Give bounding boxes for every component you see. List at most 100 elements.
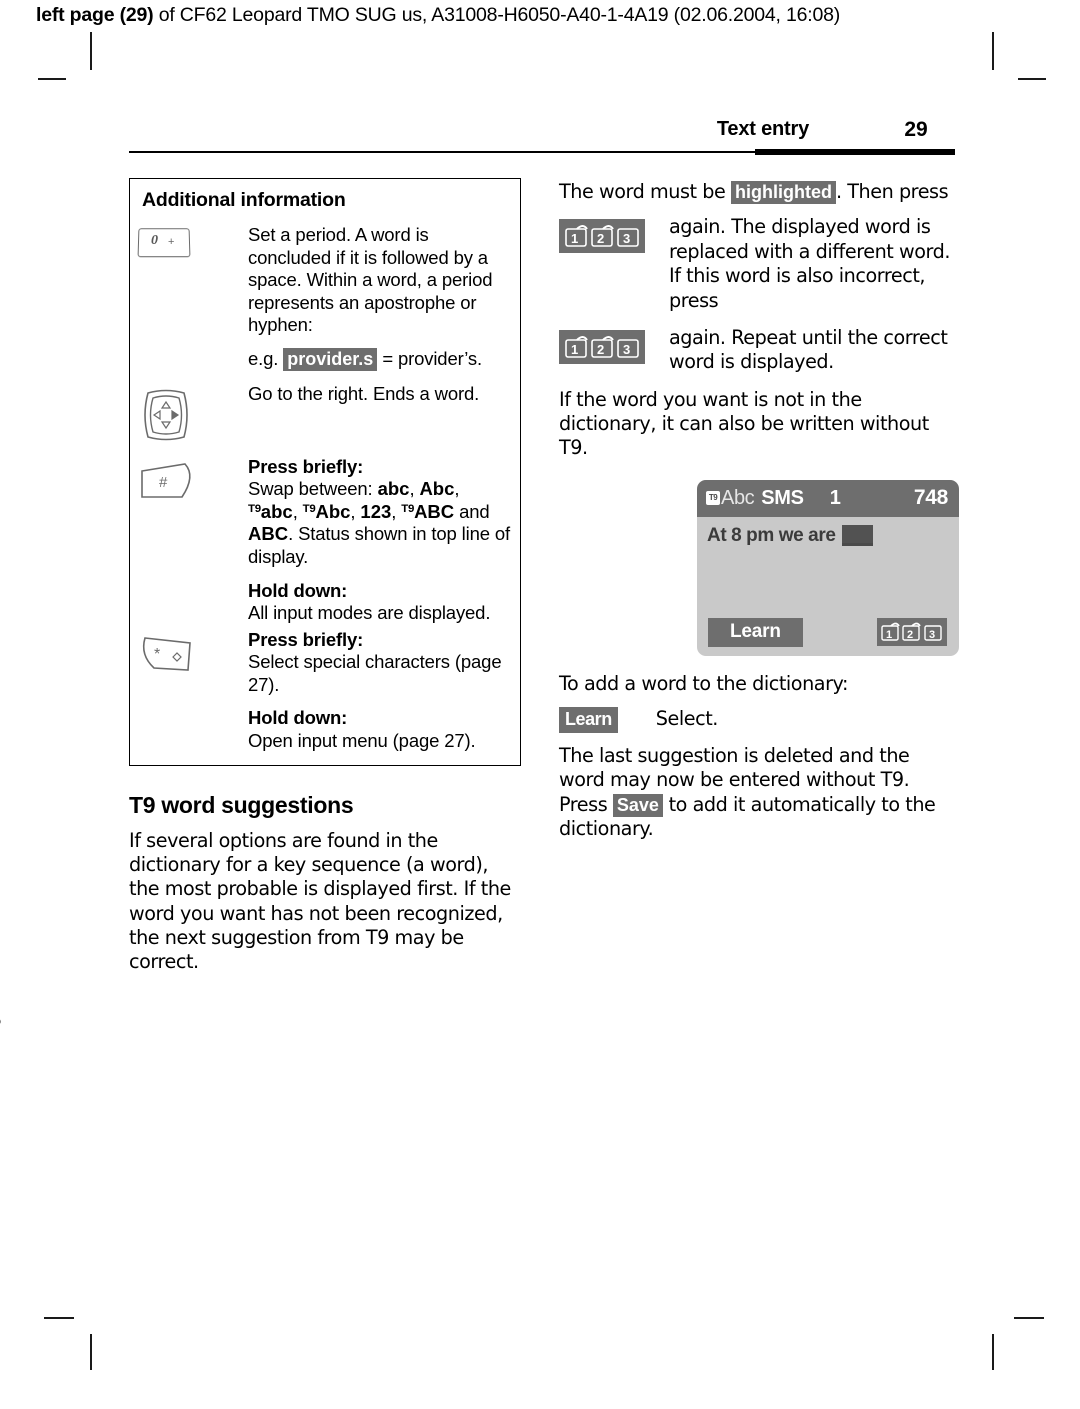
info-example: e.g. provider.s = provider’s. — [248, 347, 510, 371]
phone-entered-text: At 8 pm we are — [707, 524, 836, 546]
info-row: 0 + Set a period. A word is concluded if… — [137, 224, 510, 371]
paragraph: To add a word to the dictionary: — [559, 671, 849, 695]
paragraph: The word must be highlighted. Then press — [559, 180, 959, 204]
info-paragraph: Press briefly: — [248, 456, 510, 479]
crop-mark-bottom-right-horizontal — [1014, 1317, 1044, 1319]
save-command-badge: Save — [612, 793, 663, 817]
intro-text-1: The word must be — [559, 180, 726, 203]
intro-text-2: . Then press — [835, 180, 949, 203]
softkey-123-glyph: 1 2 3 — [881, 622, 942, 641]
mode-T9Abc: T9Abc — [302, 500, 351, 522]
running-head: left page (29) of CF62 Leopard TMO SUG u… — [36, 4, 840, 27]
page-header: Text entry 29 — [129, 118, 955, 158]
status-chars-remaining: 748 — [913, 486, 948, 510]
info-paragraph: Swap between: abc, Abc, T9abc, T9Abc, 12… — [248, 478, 510, 568]
paragraph: again. Repeat until the correct word is … — [669, 325, 948, 374]
press-briefly-label: Press briefly: — [248, 455, 364, 477]
svg-text:3: 3 — [623, 231, 630, 246]
hold-down-label: Hold down: — [248, 707, 348, 729]
example-suffix: = provider’s. — [382, 347, 482, 369]
status-message-count: 1 — [829, 486, 841, 509]
learn-command-description: Select. — [655, 707, 719, 731]
swap-tail-2: . Status shown in top line of display. — [248, 523, 510, 568]
key-cell: 0 + — [137, 224, 248, 258]
example-prefix: e.g. — [248, 347, 279, 369]
text-cursor-block — [841, 525, 873, 547]
margin-note-left: © Siemens AG 2003, M:\Mobil\R65\CF62_TMO… — [0, 924, 2, 1403]
softkey-123-glyph: 1 2 3 — [565, 225, 639, 248]
svg-text:1: 1 — [886, 629, 892, 641]
status-app-name: SMS — [761, 486, 804, 509]
add-word-block: To add a word to the dictionary: Learn S… — [559, 672, 959, 842]
svg-text:2: 2 — [907, 629, 913, 641]
svg-text:2: 2 — [597, 231, 604, 246]
info-paragraph: Open input menu (page 27). — [248, 729, 476, 751]
info-paragraph: Go to the right. Ends a word. — [248, 382, 480, 404]
phone-text-line: At 8 pm we are — [707, 525, 959, 547]
mode-abc: abc — [377, 478, 410, 500]
right-column: The word must be highlighted. Then press… — [559, 180, 959, 852]
example-highlight: provider.s — [283, 347, 378, 371]
crop-mark-top-right-horizontal — [1018, 78, 1046, 80]
svg-text:2: 2 — [597, 342, 604, 357]
svg-text:#: # — [159, 474, 168, 491]
left-column: Additional information 0 + Set a period.… — [129, 178, 521, 986]
paragraph: If the word you want is not in the dicti… — [559, 387, 929, 460]
mode-Abc: Abc — [419, 478, 455, 500]
info-paragraph: Hold down: — [248, 580, 510, 603]
phone-display-mockup: T9 Abc SMS 1 748 At 8 pm we are Learn 1 … — [697, 479, 959, 656]
info-paragraph: Select special characters (page 27). — [248, 651, 502, 695]
hold-down-label: Hold down: — [248, 579, 348, 601]
hash-key-icon: # — [141, 462, 191, 498]
softkey-123-icon[interactable]: 1 2 3 — [559, 219, 645, 254]
key-cell — [138, 383, 248, 448]
section-body-t9: If several options are found in the dict… — [129, 829, 521, 975]
learn-command-badge[interactable]: Learn — [559, 707, 618, 733]
svg-text:1: 1 — [571, 231, 578, 246]
star-key-icon: * — [142, 636, 191, 671]
softkey-123-icon[interactable]: 1 2 3 — [877, 618, 947, 647]
text-cell: Press briefly: Swap between: abc, Abc, T… — [248, 456, 510, 625]
svg-text:*: * — [154, 646, 160, 663]
key-0-plus-icon: 0 + — [137, 228, 191, 258]
info-row: * Press briefly: Select special characte… — [138, 629, 510, 753]
crop-mark-top-left-vertical — [90, 32, 92, 70]
intro-paragraph: The word must be highlighted. Then press — [559, 180, 959, 204]
key-cell: * — [138, 629, 248, 680]
status-input-mode: Abc — [721, 486, 755, 509]
softkey-123-icon[interactable]: 1 2 3 — [559, 329, 645, 364]
swap-tail-1: and — [459, 500, 490, 522]
paragraph: again. The displayed word is replaced wi… — [669, 215, 951, 312]
paragraph: If several options are found in the dict… — [129, 828, 511, 974]
info-paragraph: Press briefly: — [248, 629, 510, 652]
info-box-title: Additional information — [142, 189, 346, 211]
crop-mark-top-right-vertical — [992, 32, 994, 70]
info-row: Go to the right. Ends a word. — [138, 383, 510, 448]
info-paragraph: Set a period. A word is concluded if it … — [248, 224, 493, 336]
svg-text:3: 3 — [623, 342, 630, 357]
highlighted-word-badge: highlighted — [730, 181, 836, 204]
info-paragraph: Hold down: — [248, 707, 510, 730]
step-row: 1 2 3 again. Repeat until the correct wo… — [559, 326, 959, 386]
crop-mark-top-left-horizontal — [38, 78, 66, 80]
paragraph: The last suggestion is deleted and the w… — [559, 744, 959, 842]
step-text-cell: again. Repeat until the correct word is … — [669, 326, 959, 386]
text-cell: Set a period. A word is concluded if it … — [248, 224, 510, 371]
key-cell: # — [138, 456, 248, 507]
page-title: Text entry — [716, 118, 809, 140]
not-in-dictionary-paragraph: If the word you want is not in the dicti… — [559, 388, 959, 461]
mode-ABC: ABC — [248, 523, 289, 545]
section-heading-t9-word-suggestions: T9 word suggestions — [129, 791, 354, 818]
mode-123: 123 — [360, 500, 392, 522]
running-head-rest: of CF62 Leopard TMO SUG us, A31008-H6050… — [153, 4, 841, 26]
navigation-key-icon — [144, 389, 188, 441]
crop-mark-bottom-left-vertical — [90, 1334, 92, 1370]
softkey-learn-button[interactable]: Learn — [708, 617, 803, 647]
running-head-prefix: left page (29) — [36, 4, 154, 26]
softkey-123-glyph: 1 2 3 — [565, 335, 639, 358]
phone-text-area[interactable]: At 8 pm we are — [697, 517, 959, 613]
t9-badge-icon: T9 — [706, 491, 720, 506]
swap-intro: Swap between: — [248, 478, 373, 500]
text-cell: Press briefly: Select special characters… — [248, 629, 510, 753]
svg-text:1: 1 — [571, 342, 578, 357]
